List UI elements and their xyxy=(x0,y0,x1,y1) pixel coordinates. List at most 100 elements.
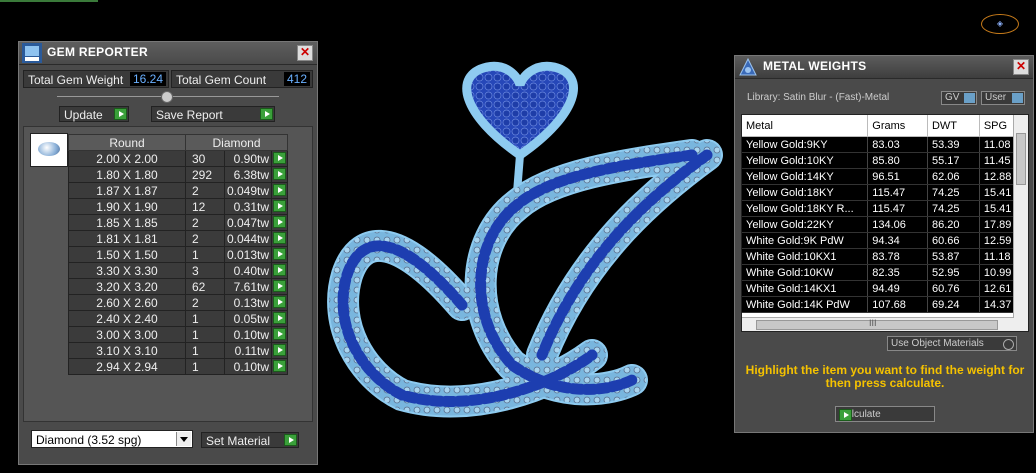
table-row[interactable]: 1.50 X 1.50 1 0.013tw xyxy=(68,246,289,263)
gem-size: 1.90 X 1.90 xyxy=(68,198,186,215)
gem-size: 1.85 X 1.85 xyxy=(68,214,186,231)
metal-weights-title: METAL WEIGHTS xyxy=(763,59,867,73)
row-select-button[interactable] xyxy=(271,230,289,247)
library-label: Library: Satin Blur - (Fast)-Metal xyxy=(747,92,890,103)
play-arrow-icon xyxy=(273,344,287,356)
table-row[interactable]: 1.87 X 1.87 2 0.049tw xyxy=(68,182,289,199)
table-row[interactable]: Yellow Gold:18KY R... 115.47 74.25 15.41 xyxy=(742,200,1028,217)
table-row[interactable]: Yellow Gold:18KY 115.47 74.25 15.41 xyxy=(742,184,1028,201)
row-select-button[interactable] xyxy=(271,198,289,215)
dropdown-arrow-icon[interactable] xyxy=(176,432,191,446)
letter-a-pendant xyxy=(327,139,723,418)
play-arrow-icon xyxy=(273,232,287,244)
column-header-round[interactable]: Round xyxy=(68,134,186,151)
use-object-materials-label: Use Object Materials xyxy=(891,338,984,349)
metal-weights-icon xyxy=(739,57,757,76)
play-arrow-icon xyxy=(273,328,287,340)
gem-size: 1.87 X 1.87 xyxy=(68,182,186,199)
horizontal-scrollbar[interactable]: III xyxy=(742,317,1014,331)
table-row[interactable]: 3.00 X 3.00 1 0.10tw xyxy=(68,326,289,343)
metal-dwt: 53.39 xyxy=(927,136,980,153)
table-row[interactable]: 2.94 X 2.94 1 0.10tw xyxy=(68,358,289,375)
play-arrow-icon xyxy=(260,108,273,120)
row-select-button[interactable] xyxy=(271,342,289,359)
close-icon[interactable]: ✕ xyxy=(1013,59,1029,75)
gem-size: 2.60 X 2.60 xyxy=(68,294,186,311)
gv-label: GV xyxy=(945,92,960,103)
total-gem-weight: Total Gem Weight 16.24 xyxy=(23,70,169,88)
table-row[interactable]: White Gold:9K PdW 94.34 60.66 12.59 xyxy=(742,232,1028,249)
table-row[interactable]: 2.60 X 2.60 2 0.13tw xyxy=(68,294,289,311)
column-header-metal[interactable]: Metal xyxy=(742,115,869,137)
metal-dwt: 52.95 xyxy=(927,264,980,281)
calculate-hint: Highlight the item you want to find the … xyxy=(745,363,1025,390)
table-row[interactable]: White Gold:14KX1 94.49 60.76 12.61 xyxy=(742,280,1028,297)
table-row[interactable]: White Gold:10KW 82.35 52.95 10.99 xyxy=(742,264,1028,281)
column-header-grams[interactable]: Grams xyxy=(867,115,928,137)
metal-name: Yellow Gold:10KY xyxy=(742,152,869,169)
row-select-button[interactable] xyxy=(271,182,289,199)
gem-weight: 0.044tw xyxy=(223,230,273,247)
metal-grams: 83.03 xyxy=(867,136,928,153)
gv-toggle[interactable]: GV xyxy=(941,91,977,105)
table-row[interactable]: 1.85 X 1.85 2 0.047tw xyxy=(68,214,289,231)
row-select-button[interactable] xyxy=(271,358,289,375)
slider-handle[interactable] xyxy=(161,91,173,103)
metal-name: Yellow Gold:18KY xyxy=(742,184,869,201)
row-select-button[interactable] xyxy=(271,214,289,231)
use-object-materials-toggle[interactable]: Use Object Materials xyxy=(887,336,1017,351)
table-row[interactable]: 3.10 X 3.10 1 0.11tw xyxy=(68,342,289,359)
column-header-diamond[interactable]: Diamond xyxy=(184,134,289,151)
table-row[interactable]: Yellow Gold:10KY 85.80 55.17 11.45 xyxy=(742,152,1028,169)
update-button-label: Update xyxy=(64,108,103,122)
metal-name: Yellow Gold:9KY xyxy=(742,136,869,153)
table-row[interactable]: Yellow Gold:9KY 83.03 53.39 11.08 xyxy=(742,136,1028,153)
table-row[interactable]: 1.80 X 1.80 292 6.38tw xyxy=(68,166,289,183)
table-row[interactable]: 1.90 X 1.90 12 0.31tw xyxy=(68,198,289,215)
calculate-button[interactable]: Calculate xyxy=(835,406,935,422)
jewelry-model-viewport[interactable] xyxy=(322,55,742,425)
gem-reporter-titlebar[interactable]: GEM REPORTER ✕ xyxy=(19,42,317,65)
gem-size: 3.20 X 3.20 xyxy=(68,278,186,295)
gem-thumbnail-icon[interactable] xyxy=(30,133,68,167)
column-header-dwt[interactable]: DWT xyxy=(927,115,980,137)
material-select-value: Diamond (3.52 spg) xyxy=(36,433,142,447)
set-material-button-label: Set Material xyxy=(206,434,271,448)
row-select-button[interactable] xyxy=(271,326,289,343)
gem-size: 2.94 X 2.94 xyxy=(68,358,186,375)
table-row[interactable]: 2.40 X 2.40 1 0.05tw xyxy=(68,310,289,327)
row-select-button[interactable] xyxy=(271,246,289,263)
metal-dwt: 69.24 xyxy=(927,296,980,313)
table-row[interactable]: White Gold:10KX1 83.78 53.87 11.18 xyxy=(742,248,1028,265)
set-material-button[interactable]: Set Material xyxy=(201,432,299,448)
row-select-button[interactable] xyxy=(271,310,289,327)
material-select[interactable]: Diamond (3.52 spg) xyxy=(31,430,193,448)
play-arrow-icon xyxy=(273,312,287,324)
table-row[interactable]: Yellow Gold:14KY 96.51 62.06 12.88 xyxy=(742,168,1028,185)
row-select-button[interactable] xyxy=(271,262,289,279)
vertical-scroll-thumb[interactable] xyxy=(1016,133,1026,185)
gem-weight: 0.10tw xyxy=(223,326,273,343)
table-row[interactable]: White Gold:14K PdW 107.68 69.24 14.37 xyxy=(742,296,1028,313)
vertical-scrollbar[interactable] xyxy=(1013,115,1028,331)
save-report-button[interactable]: Save Report xyxy=(151,106,275,122)
metal-weights-titlebar[interactable]: METAL WEIGHTS ✕ xyxy=(735,56,1033,79)
user-toggle[interactable]: User xyxy=(981,91,1025,105)
row-select-button[interactable] xyxy=(271,278,289,295)
viewport-top-edge xyxy=(0,0,98,2)
gem-count: 1 xyxy=(185,342,225,359)
table-row[interactable]: Yellow Gold:22KY 134.06 86.20 17.89 xyxy=(742,216,1028,233)
row-select-button[interactable] xyxy=(271,150,289,167)
gem-count: 2 xyxy=(185,182,225,199)
table-row[interactable]: 2.00 X 2.00 30 0.90tw xyxy=(68,150,289,167)
table-row[interactable]: 1.81 X 1.81 2 0.044tw xyxy=(68,230,289,247)
row-select-button[interactable] xyxy=(271,166,289,183)
table-row[interactable]: 3.20 X 3.20 62 7.61tw xyxy=(68,278,289,295)
row-select-button[interactable] xyxy=(271,294,289,311)
table-row[interactable]: 3.30 X 3.30 3 0.40tw xyxy=(68,262,289,279)
metal-name: White Gold:10KX1 xyxy=(742,248,869,265)
horizontal-scroll-thumb[interactable]: III xyxy=(756,318,998,330)
update-button[interactable]: Update xyxy=(59,106,129,122)
close-icon[interactable]: ✕ xyxy=(297,45,313,61)
gem-weight: 0.10tw xyxy=(223,358,273,375)
